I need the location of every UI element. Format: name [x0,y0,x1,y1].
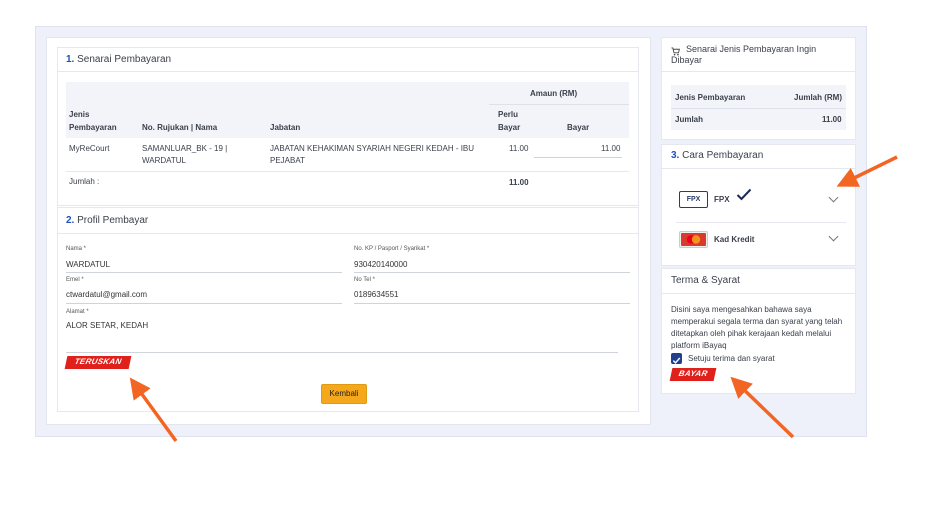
arrow-icon [129,155,898,443]
